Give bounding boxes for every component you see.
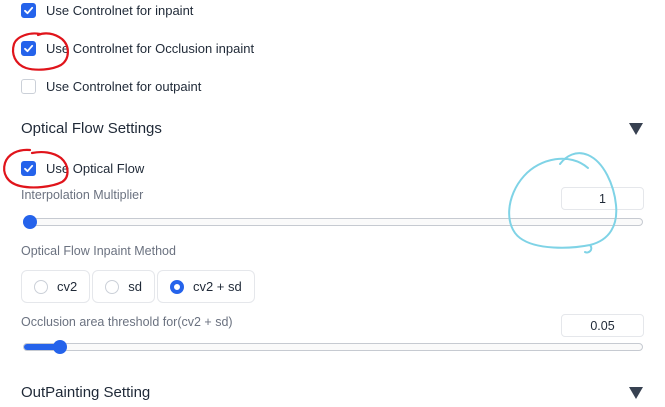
controlnet-inpaint-label: Use Controlnet for inpaint bbox=[46, 2, 194, 18]
use-optical-flow-checkbox-row[interactable]: Use Optical Flow bbox=[21, 158, 144, 178]
radio-label-sd: sd bbox=[128, 279, 142, 294]
interpolation-multiplier-slider-track[interactable] bbox=[23, 218, 643, 226]
triangle-down-icon[interactable] bbox=[629, 387, 643, 399]
radio-option-cv2[interactable]: cv2 bbox=[21, 270, 91, 303]
outpainting-section-title[interactable]: OutPainting Setting bbox=[21, 384, 150, 401]
controlnet-occlusion-checkbox-row[interactable]: Use Controlnet for Occlusion inpaint bbox=[21, 38, 254, 58]
triangle-down-icon[interactable] bbox=[629, 123, 643, 135]
check-icon bbox=[24, 44, 34, 52]
radio-option-cv2-sd[interactable]: cv2 + sd bbox=[156, 270, 255, 303]
use-optical-flow-label: Use Optical Flow bbox=[46, 160, 145, 176]
inpaint-method-radio-group: cv2 sd cv2 + sd bbox=[21, 270, 255, 303]
occlusion-threshold-slider-thumb[interactable] bbox=[53, 340, 68, 354]
controlnet-occlusion-checkbox[interactable] bbox=[21, 40, 36, 56]
controlnet-inpaint-checkbox[interactable] bbox=[21, 2, 36, 18]
use-optical-flow-checkbox[interactable] bbox=[21, 160, 36, 176]
controlnet-outpaint-checkbox[interactable] bbox=[21, 78, 36, 94]
controlnet-occlusion-label: Use Controlnet for Occlusion inpaint bbox=[46, 40, 255, 56]
radio-label-cv2-sd: cv2 + sd bbox=[192, 279, 242, 294]
optical-flow-section-title[interactable]: Optical Flow Settings bbox=[21, 120, 162, 137]
radio-circle-sd[interactable] bbox=[105, 279, 120, 294]
occlusion-threshold-label: Occlusion area threshold for(cv2 + sd) bbox=[21, 315, 233, 329]
radio-option-sd[interactable]: sd bbox=[92, 270, 155, 303]
inpaint-method-label: Optical Flow Inpaint Method bbox=[21, 244, 176, 258]
controlnet-outpaint-label: Use Controlnet for outpaint bbox=[46, 78, 202, 94]
interpolation-multiplier-slider-thumb[interactable] bbox=[23, 215, 37, 229]
check-icon bbox=[24, 6, 34, 14]
controlnet-inpaint-checkbox-row[interactable]: Use Controlnet for inpaint bbox=[21, 0, 193, 20]
radio-circle-cv2[interactable] bbox=[34, 279, 48, 294]
occlusion-threshold-slider-track[interactable] bbox=[23, 343, 643, 351]
controlnet-outpaint-checkbox-row[interactable]: Use Controlnet for outpaint bbox=[21, 76, 201, 96]
radio-circle-cv2-sd[interactable] bbox=[169, 279, 184, 294]
occlusion-threshold-input[interactable]: 0.05 bbox=[561, 314, 644, 337]
interpolation-multiplier-label: Interpolation Multiplier bbox=[21, 188, 144, 202]
interpolation-multiplier-input[interactable]: 1 bbox=[561, 187, 644, 210]
radio-label-cv2: cv2 bbox=[57, 279, 78, 294]
check-icon bbox=[24, 164, 34, 172]
